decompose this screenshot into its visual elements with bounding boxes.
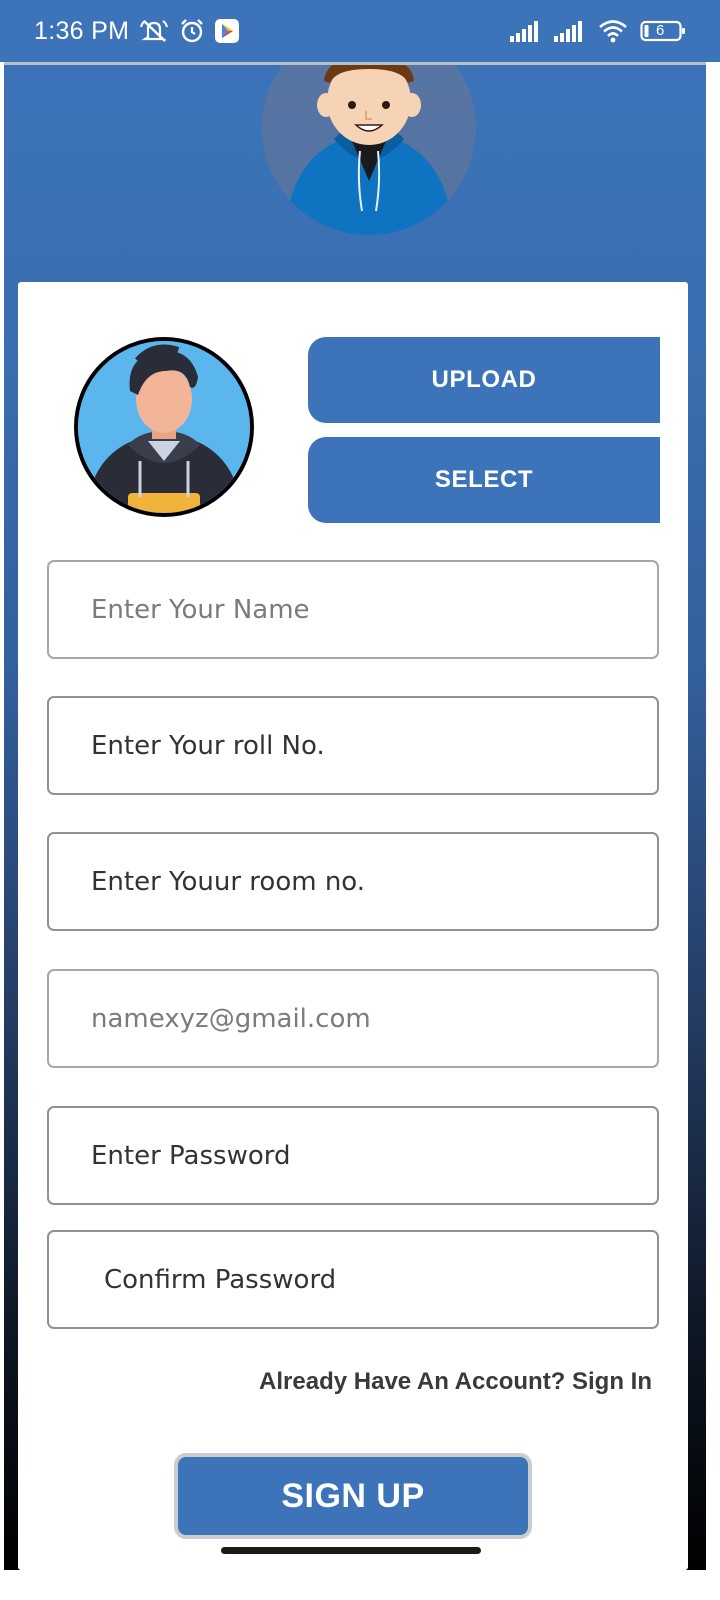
battery-level: 6 [656,22,665,39]
header-avatar-illustration [262,65,476,235]
signup-button[interactable]: SIGN UP [174,1453,532,1539]
home-indicator[interactable] [221,1547,481,1554]
mute-icon [139,18,169,44]
confirm-password-value: Confirm Password [104,1264,337,1295]
room-number-value: Enter Youur room no. [91,866,366,897]
signin-link[interactable]: Already Have An Account? Sign In [259,1368,652,1396]
wifi-icon [598,19,628,43]
status-right: 6 [510,19,686,43]
select-button[interactable]: SELECT [308,437,660,523]
upload-button[interactable]: UPLOAD [308,337,660,423]
name-field[interactable]: Enter Your Name [47,560,659,659]
navigation-bar [0,1570,720,1600]
room-number-field[interactable]: Enter Youur room no. [47,832,659,931]
name-placeholder: Enter Your Name [91,594,310,625]
confirm-password-field[interactable]: Confirm Password [47,1230,659,1329]
signal-icon [510,20,542,42]
signal-icon [554,20,586,42]
email-placeholder: namexyz@gmail.com [91,1003,371,1034]
alarm-icon [179,18,205,44]
roll-number-field[interactable]: Enter Your roll No. [47,696,659,795]
battery-icon: 6 [640,19,686,43]
password-field[interactable]: Enter Password [47,1106,659,1205]
profile-avatar[interactable] [74,337,254,517]
play-store-icon [215,19,240,43]
status-left: 1:36 PM [34,16,240,46]
password-value: Enter Password [91,1140,291,1171]
roll-number-value: Enter Your roll No. [91,730,325,761]
email-field[interactable]: namexyz@gmail.com [47,969,659,1068]
status-time: 1:36 PM [34,16,130,45]
right-edge [706,62,720,1570]
status-bar: 1:36 PM 6 [0,0,720,62]
